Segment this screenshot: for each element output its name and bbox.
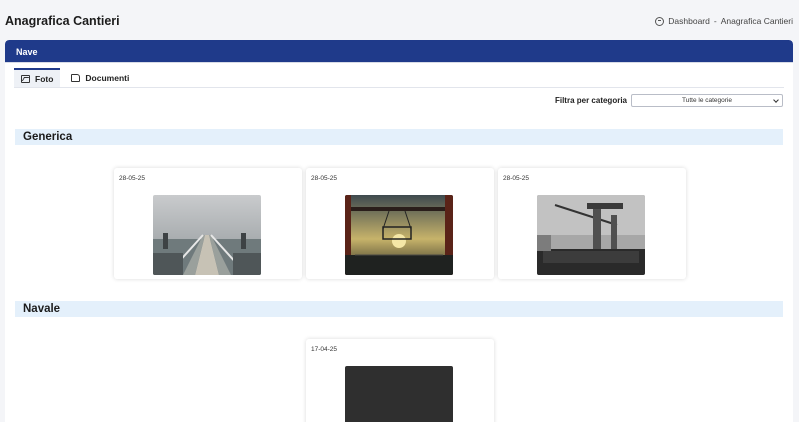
photo-date: 28-05-25 (119, 175, 146, 182)
page-header: Anagrafica Cantieri Dashboard - Anagrafi… (0, 0, 799, 40)
page-title: Anagrafica Cantieri (5, 14, 120, 28)
photo-date: 28-05-25 (503, 175, 530, 182)
tabs-divider (14, 87, 784, 88)
tab-documenti[interactable]: Documenti (64, 68, 136, 87)
photo-card[interactable]: 28-05-25 (114, 168, 302, 279)
tab-foto[interactable]: Foto (14, 68, 61, 87)
section-title: Generica (23, 131, 73, 143)
photo-card[interactable]: 28-05-25 (306, 168, 494, 279)
main-card: Nave Foto Documenti Filtra per categoria… (5, 40, 793, 422)
folder-icon (71, 73, 81, 82)
photo-thumbnail-pier[interactable] (153, 195, 261, 275)
image-icon (21, 74, 30, 83)
tab-bar: Foto Documenti (14, 68, 136, 87)
breadcrumb-separator: - (713, 16, 717, 26)
photo-card[interactable]: 17-04-25 (306, 339, 494, 422)
breadcrumb: Dashboard - Anagrafica Cantieri (655, 16, 793, 26)
section-title: Navale (23, 303, 61, 315)
filter-label: Filtra per categoria (554, 96, 627, 105)
breadcrumb-home[interactable]: Dashboard (668, 16, 710, 26)
photo-date: 28-05-25 (311, 175, 338, 182)
tab-documenti-label: Documenti (85, 72, 130, 83)
home-icon (655, 16, 665, 26)
breadcrumb-current: Anagrafica Cantieri (720, 16, 793, 26)
section-header-generica: Generica (15, 129, 783, 145)
chevron-down-icon (773, 97, 779, 103)
section-header-navale: Navale (15, 301, 783, 317)
category-select[interactable]: Tutte le categorie (631, 94, 783, 107)
category-select-value: Tutte le categorie (682, 97, 732, 104)
photo-thumbnail-ship-crane[interactable] (537, 195, 645, 275)
category-filter: Filtra per categoria Tutte le categorie (555, 94, 783, 107)
photo-thumbnail-crane-sunset[interactable] (345, 195, 453, 275)
card-header: Nave (5, 40, 793, 63)
tab-foto-label: Foto (35, 73, 54, 84)
photo-date: 17-04-25 (311, 346, 338, 353)
photo-card[interactable]: 28-05-25 (498, 168, 686, 279)
photo-thumbnail-dark[interactable] (345, 366, 453, 422)
